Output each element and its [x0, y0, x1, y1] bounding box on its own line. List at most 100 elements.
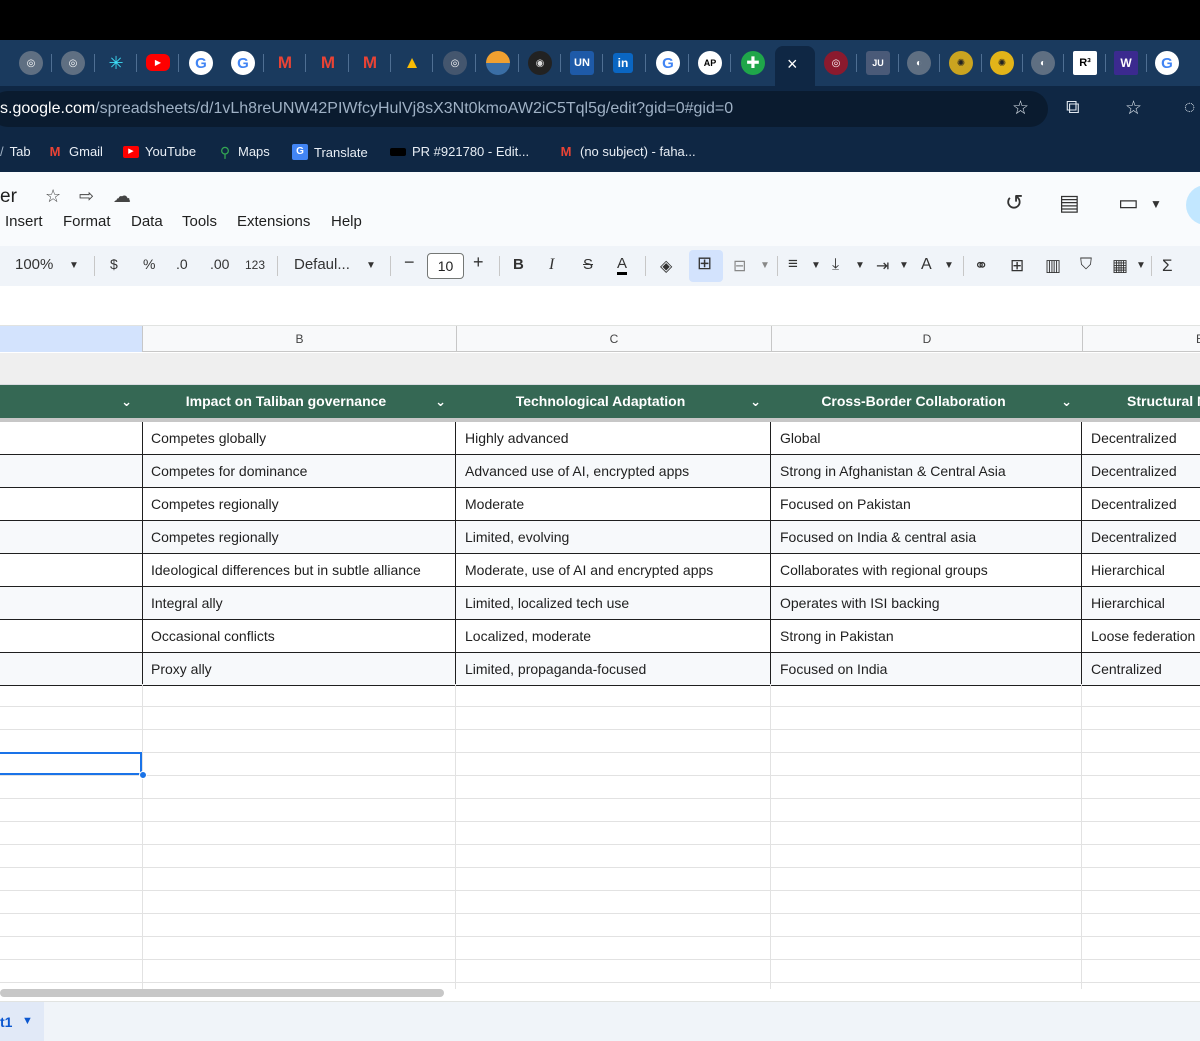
filter-views-dropdown-icon[interactable]: ▼ [1136, 260, 1146, 271]
tab-gmail-icon[interactable]: M [358, 51, 382, 75]
header-cell-a[interactable]: ⌄ [0, 385, 142, 418]
tab-asterisk-icon[interactable]: ✳ [104, 51, 128, 75]
text-color-button[interactable]: A [617, 256, 628, 275]
tab-chatgpt-icon[interactable]: ◎ [61, 51, 85, 75]
tab-red-icon[interactable]: ◎ [824, 51, 848, 75]
omnibox[interactable]: s.google.com/spreadsheets/d/1vLh8reUNW42… [0, 91, 1048, 127]
text-rotation-icon[interactable]: A [921, 256, 932, 274]
tab-ap-icon[interactable]: AP [698, 51, 722, 75]
cell-e[interactable]: Hierarchical [1082, 554, 1200, 586]
borders-icon[interactable]: ⊞ [697, 253, 712, 274]
cell-c[interactable]: Localized, moderate [456, 620, 771, 652]
insert-chart-icon[interactable]: ▥ [1045, 256, 1061, 276]
cell-b[interactable]: Occasional conflicts [142, 620, 456, 652]
cell-e[interactable]: Decentralized [1082, 521, 1200, 553]
spreadsheet-grid[interactable]: B C D E ⌄ Impact on Taliban governance ⌄ … [0, 326, 1200, 1001]
extensions-icon[interactable]: ⧉ [1066, 97, 1080, 119]
cell-c[interactable]: Moderate [456, 488, 771, 520]
formula-bar[interactable] [0, 286, 1200, 326]
cell-c[interactable]: Advanced use of AI, encrypted apps [456, 455, 771, 487]
tab-chatgpt-icon[interactable]: ◎ [19, 51, 43, 75]
profile-sync-icon[interactable]: ◌ [1184, 97, 1195, 119]
merge-dropdown-icon[interactable]: ▼ [760, 260, 770, 271]
tab-emblem-icon[interactable]: ✺ [990, 51, 1014, 75]
insert-link-icon[interactable]: ⚭ [974, 256, 988, 276]
bold-button[interactable]: B [513, 256, 524, 273]
cell-b[interactable]: Ideological differences but in subtle al… [142, 554, 456, 586]
cell-c[interactable]: Limited, localized tech use [456, 587, 771, 619]
meet-dropdown-icon[interactable]: ▼ [1150, 197, 1162, 211]
active-tab[interactable]: × [775, 46, 815, 86]
tab-drive-icon[interactable]: ▲ [400, 51, 424, 75]
fill-handle[interactable] [139, 771, 147, 779]
header-cell-c[interactable]: Technological Adaptation ⌄ [456, 385, 771, 418]
tab-gmail-icon[interactable]: M [316, 51, 340, 75]
tab-sunset-icon[interactable] [486, 51, 510, 75]
insert-comment-icon[interactable]: ⊞ [1010, 256, 1024, 276]
header-cell-d[interactable]: Cross-Border Collaboration ⌄ [771, 385, 1082, 418]
url-text[interactable]: s.google.com/spreadsheets/d/1vLh8reUNW42… [0, 100, 733, 118]
header-cell-b[interactable]: Impact on Taliban governance ⌄ [142, 385, 456, 418]
bookmark-pr[interactable]: PR #921780 - Edit... [390, 144, 529, 159]
share-avatar[interactable] [1186, 185, 1200, 225]
font-family-select[interactable]: Defaul... [294, 256, 350, 273]
cell-e[interactable]: Decentralized [1082, 422, 1200, 454]
star-icon[interactable]: ☆ [45, 186, 61, 207]
tab-globe-icon[interactable]: ◐ [1031, 51, 1055, 75]
align-dropdown-icon[interactable]: ▼ [811, 260, 821, 271]
cell-d[interactable]: Strong in Pakistan [771, 620, 1082, 652]
tab-plus-icon[interactable]: ✚ [741, 51, 765, 75]
fill-color-icon[interactable]: ◈ [660, 256, 672, 276]
cell-e[interactable]: Decentralized [1082, 455, 1200, 487]
increase-decimal-button[interactable]: .00 [210, 256, 229, 272]
tab-youtube-icon[interactable]: ▶ [146, 54, 170, 71]
filter-dropdown-icon[interactable]: ⌄ [750, 385, 761, 418]
cell-d[interactable]: Operates with ISI backing [771, 587, 1082, 619]
column-header-e[interactable]: E [1082, 326, 1200, 352]
tab-google-icon[interactable]: G [231, 51, 255, 75]
bookmark-maps[interactable]: ⚲ Maps [218, 144, 270, 159]
tab-un-icon[interactable]: UN [570, 51, 594, 75]
cell-e[interactable]: Loose federation [1082, 620, 1200, 652]
menu-insert[interactable]: Insert [5, 213, 43, 230]
tab-globe-icon[interactable]: ◎ [443, 51, 467, 75]
italic-button[interactable]: I [549, 256, 554, 274]
cell-c[interactable]: Highly advanced [456, 422, 771, 454]
menu-tools[interactable]: Tools [182, 213, 217, 230]
merge-cells-icon[interactable]: ⊟ [733, 256, 746, 276]
cell-b[interactable]: Proxy ally [142, 653, 456, 685]
cell-d[interactable]: Collaborates with regional groups [771, 554, 1082, 586]
horizontal-scrollbar[interactable] [0, 989, 444, 997]
tab-ju-icon[interactable]: JU [866, 51, 890, 75]
frozen-blank-row[interactable] [0, 353, 1200, 385]
filter-dropdown-icon[interactable]: ⌄ [1061, 385, 1072, 418]
increase-font-size-button[interactable]: + [473, 252, 484, 273]
text-wrap-icon[interactable]: ⇥ [876, 256, 889, 276]
cell-b[interactable]: Competes regionally [142, 521, 456, 553]
bookmark-no-subject[interactable]: M (no subject) - faha... [558, 144, 696, 159]
meet-icon[interactable]: ▭ [1118, 190, 1139, 216]
tab-emblem-icon[interactable]: ✺ [949, 51, 973, 75]
cell-b[interactable]: Competes globally [142, 422, 456, 454]
filter-dropdown-icon[interactable]: ⌄ [435, 385, 446, 418]
font-size-input[interactable]: 10 [427, 253, 464, 279]
cell-b[interactable]: Competes regionally [142, 488, 456, 520]
comments-icon[interactable]: ▤ [1059, 190, 1080, 216]
close-tab-icon[interactable]: × [787, 54, 798, 75]
cell-e[interactable]: Centralized [1082, 653, 1200, 685]
filter-icon[interactable]: ⛉ [1080, 256, 1092, 274]
zoom-select[interactable]: 100% [15, 256, 53, 273]
strikethrough-button[interactable]: S [583, 256, 593, 273]
valign-dropdown-icon[interactable]: ▼ [855, 260, 865, 271]
cloud-saved-icon[interactable]: ☁ [113, 186, 131, 207]
tab-google-icon[interactable]: G [189, 51, 213, 75]
cell-d[interactable]: Focused on India [771, 653, 1082, 685]
bookmark-translate[interactable]: G Translate [292, 144, 368, 160]
column-header-b[interactable]: B [142, 326, 456, 352]
cell-b[interactable]: Integral ally [142, 587, 456, 619]
cell-d[interactable]: Focused on Pakistan [771, 488, 1082, 520]
column-header-c[interactable]: C [456, 326, 771, 352]
tab-google-icon[interactable]: G [1155, 51, 1179, 75]
column-header-a[interactable] [0, 326, 142, 352]
cell-c[interactable]: Limited, propaganda-focused [456, 653, 771, 685]
